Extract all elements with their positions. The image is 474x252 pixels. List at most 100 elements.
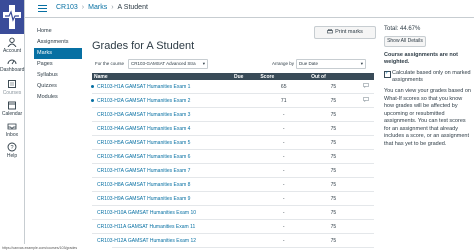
comment-icon[interactable] <box>363 83 369 89</box>
assignment-name-cell[interactable]: CR103-H5A GAMSAT Humanities Exam 5 <box>92 135 232 150</box>
calendar-icon <box>8 101 16 110</box>
grade-row: CR103-H1A GAMSAT Humanities Exam 1 65 75 <box>91 80 374 94</box>
column-out-of[interactable]: Out of <box>309 73 358 80</box>
grades-table: Name Due Score Out of CR103-H1A GAMSAT H… <box>91 73 374 248</box>
score-cell[interactable]: 71 <box>258 93 310 108</box>
nav-help[interactable]: ? Help <box>0 142 24 159</box>
comment-icon[interactable] <box>363 97 369 103</box>
assignment-name-cell[interactable]: CR103-H8A GAMSAT Humanities Exam 8 <box>92 177 232 192</box>
grade-row: CR103-H3A GAMSAT Humanities Exam 3 -75 <box>92 107 374 122</box>
nav-account[interactable]: Account <box>0 37 24 54</box>
row-actions-cell <box>357 205 374 220</box>
out-of-cell: 75 <box>309 121 358 136</box>
score-cell[interactable]: - <box>258 233 310 248</box>
nav-courses[interactable]: Courses <box>0 79 24 96</box>
course-nav-modules[interactable]: Modules <box>34 92 82 103</box>
hamburger-menu-icon[interactable] <box>38 5 47 12</box>
chevron-down-icon: ▾ <box>202 61 205 66</box>
due-cell <box>231 107 259 122</box>
weighting-note: Course assignments are not weighted. <box>384 52 458 65</box>
row-actions-cell <box>357 93 374 108</box>
row-actions-cell <box>357 149 374 164</box>
assignment-link[interactable]: CR103-H5A GAMSAT Humanities Exam 5 <box>97 140 190 146</box>
breadcrumb-current: A Student <box>117 4 148 11</box>
course-nav-assignments[interactable]: Assignments <box>34 37 82 48</box>
assignment-name-cell[interactable]: CR103-H2A GAMSAT Humanities Exam 2 <box>91 93 232 108</box>
grade-row: CR103-H2A GAMSAT Humanities Exam 2 71 75 <box>91 93 374 108</box>
assignment-link[interactable]: CR103-H1A GAMSAT Humanities Exam 1 <box>97 84 190 90</box>
arrange-by-label: Arrange by <box>272 61 295 66</box>
calculate-marked-only-checkbox[interactable]: Calculate based only on marked assignmen… <box>384 70 472 84</box>
assignment-name-cell[interactable]: CR103-H10A GAMSAT Humanities Exam 10 <box>92 205 232 220</box>
due-cell <box>231 149 259 164</box>
breadcrumb-section[interactable]: Marks <box>88 4 107 11</box>
inbox-icon <box>7 123 17 130</box>
course-nav-pages[interactable]: Pages <box>34 59 82 70</box>
course-nav-marks[interactable]: Marks <box>34 48 82 59</box>
out-of-cell: 75 <box>309 149 358 164</box>
assignment-name-cell[interactable]: CR103-H3A GAMSAT Humanities Exam 3 <box>92 107 232 122</box>
assignment-link[interactable]: CR103-H8A GAMSAT Humanities Exam 8 <box>97 182 190 188</box>
score-cell[interactable]: - <box>258 149 310 164</box>
score-cell[interactable]: - <box>258 177 310 192</box>
nav-calendar-label: Calendar <box>1 111 23 117</box>
row-actions-cell <box>357 191 374 206</box>
assignment-link[interactable]: CR103-H4A GAMSAT Humanities Exam 4 <box>97 126 190 132</box>
assignment-name-cell[interactable]: CR103-H7A GAMSAT Humanities Exam 7 <box>92 163 232 178</box>
score-cell[interactable]: - <box>258 205 310 220</box>
assignment-link[interactable]: CR103-H11A GAMSAT Humanities Exam 11 <box>97 224 195 230</box>
total-grade: Total: 44.67% <box>384 26 421 32</box>
course-select[interactable]: CR103-GAMSAT Advanced Stra ▾ <box>128 59 208 69</box>
print-marks-button[interactable]: Print marks <box>314 26 376 39</box>
score-cell[interactable]: - <box>258 191 310 206</box>
assignment-name-cell[interactable]: CR103-H1A GAMSAT Humanities Exam 1 <box>91 80 232 94</box>
course-nav-home[interactable]: Home <box>34 26 82 37</box>
global-nav: Account Dashboard Courses Calendar Inbox… <box>0 0 25 252</box>
course-nav: Home Assignments Marks Pages Syllabus Qu… <box>34 26 82 103</box>
row-actions-cell <box>357 163 374 178</box>
checkbox-checked-icon[interactable] <box>384 70 391 78</box>
assignment-link[interactable]: CR103-H12A GAMSAT Humanities Exam 12 <box>97 238 196 244</box>
top-bar: CR103 › Marks › A Student <box>24 0 474 18</box>
chevron-down-icon: ▾ <box>360 61 363 66</box>
assignment-link[interactable]: CR103-H10A GAMSAT Humanities Exam 10 <box>97 210 196 216</box>
score-cell[interactable]: - <box>258 107 310 122</box>
assignment-name-cell[interactable]: CR103-H9A GAMSAT Humanities Exam 9 <box>92 191 232 206</box>
course-nav-syllabus[interactable]: Syllabus <box>34 70 82 81</box>
score-cell[interactable]: 65 <box>258 80 310 94</box>
assignment-link[interactable]: CR103-H2A GAMSAT Humanities Exam 2 <box>97 98 190 104</box>
nav-inbox[interactable]: Inbox <box>0 121 24 138</box>
score-cell[interactable]: - <box>258 163 310 178</box>
assignment-link[interactable]: CR103-H3A GAMSAT Humanities Exam 3 <box>97 112 190 118</box>
assignment-name-cell[interactable]: CR103-H4A GAMSAT Humanities Exam 4 <box>92 121 232 136</box>
assignment-name-cell[interactable]: CR103-H12A GAMSAT Humanities Exam 12 <box>92 233 232 248</box>
brand-logo[interactable] <box>0 0 24 34</box>
assignment-name-cell[interactable]: CR103-H11A GAMSAT Humanities Exam 11 <box>92 219 232 234</box>
column-name[interactable]: Name <box>92 73 232 80</box>
assignment-link[interactable]: CR103-H6A GAMSAT Humanities Exam 6 <box>97 154 190 160</box>
arrange-by-select[interactable]: Due Date ▾ <box>296 59 366 69</box>
course-nav-quizzes[interactable]: Quizzes <box>34 81 82 92</box>
score-cell[interactable]: - <box>258 121 310 136</box>
grades-sidebar: Total: 44.67% Show All Details Course as… <box>384 26 472 148</box>
nav-calendar[interactable]: Calendar <box>0 100 24 117</box>
browser-status-url: https://canvas.example.com/courses/103/g… <box>0 244 112 252</box>
out-of-cell: 75 <box>309 205 358 220</box>
grade-row: CR103-H12A GAMSAT Humanities Exam 12 -75 <box>92 233 374 248</box>
breadcrumb: CR103 › Marks › A Student <box>56 4 148 11</box>
grade-row: CR103-H4A GAMSAT Humanities Exam 4 -75 <box>92 121 374 136</box>
breadcrumb-course[interactable]: CR103 <box>56 4 78 11</box>
score-cell[interactable]: - <box>258 135 310 150</box>
grades-table-header: Name Due Score Out of <box>92 73 374 80</box>
nav-dashboard[interactable]: Dashboard <box>0 56 24 73</box>
show-all-details-button[interactable]: Show All Details <box>384 36 426 47</box>
column-score[interactable]: Score <box>258 73 310 80</box>
assignment-name-cell[interactable]: CR103-H6A GAMSAT Humanities Exam 6 <box>92 149 232 164</box>
due-cell <box>231 233 259 248</box>
assignment-link[interactable]: CR103-H9A GAMSAT Humanities Exam 9 <box>97 196 190 202</box>
column-due[interactable]: Due <box>231 73 259 80</box>
assignment-link[interactable]: CR103-H7A GAMSAT Humanities Exam 7 <box>97 168 190 174</box>
account-icon <box>7 37 17 47</box>
grade-row: CR103-H7A GAMSAT Humanities Exam 7 -75 <box>92 163 374 178</box>
score-cell[interactable]: - <box>258 219 310 234</box>
